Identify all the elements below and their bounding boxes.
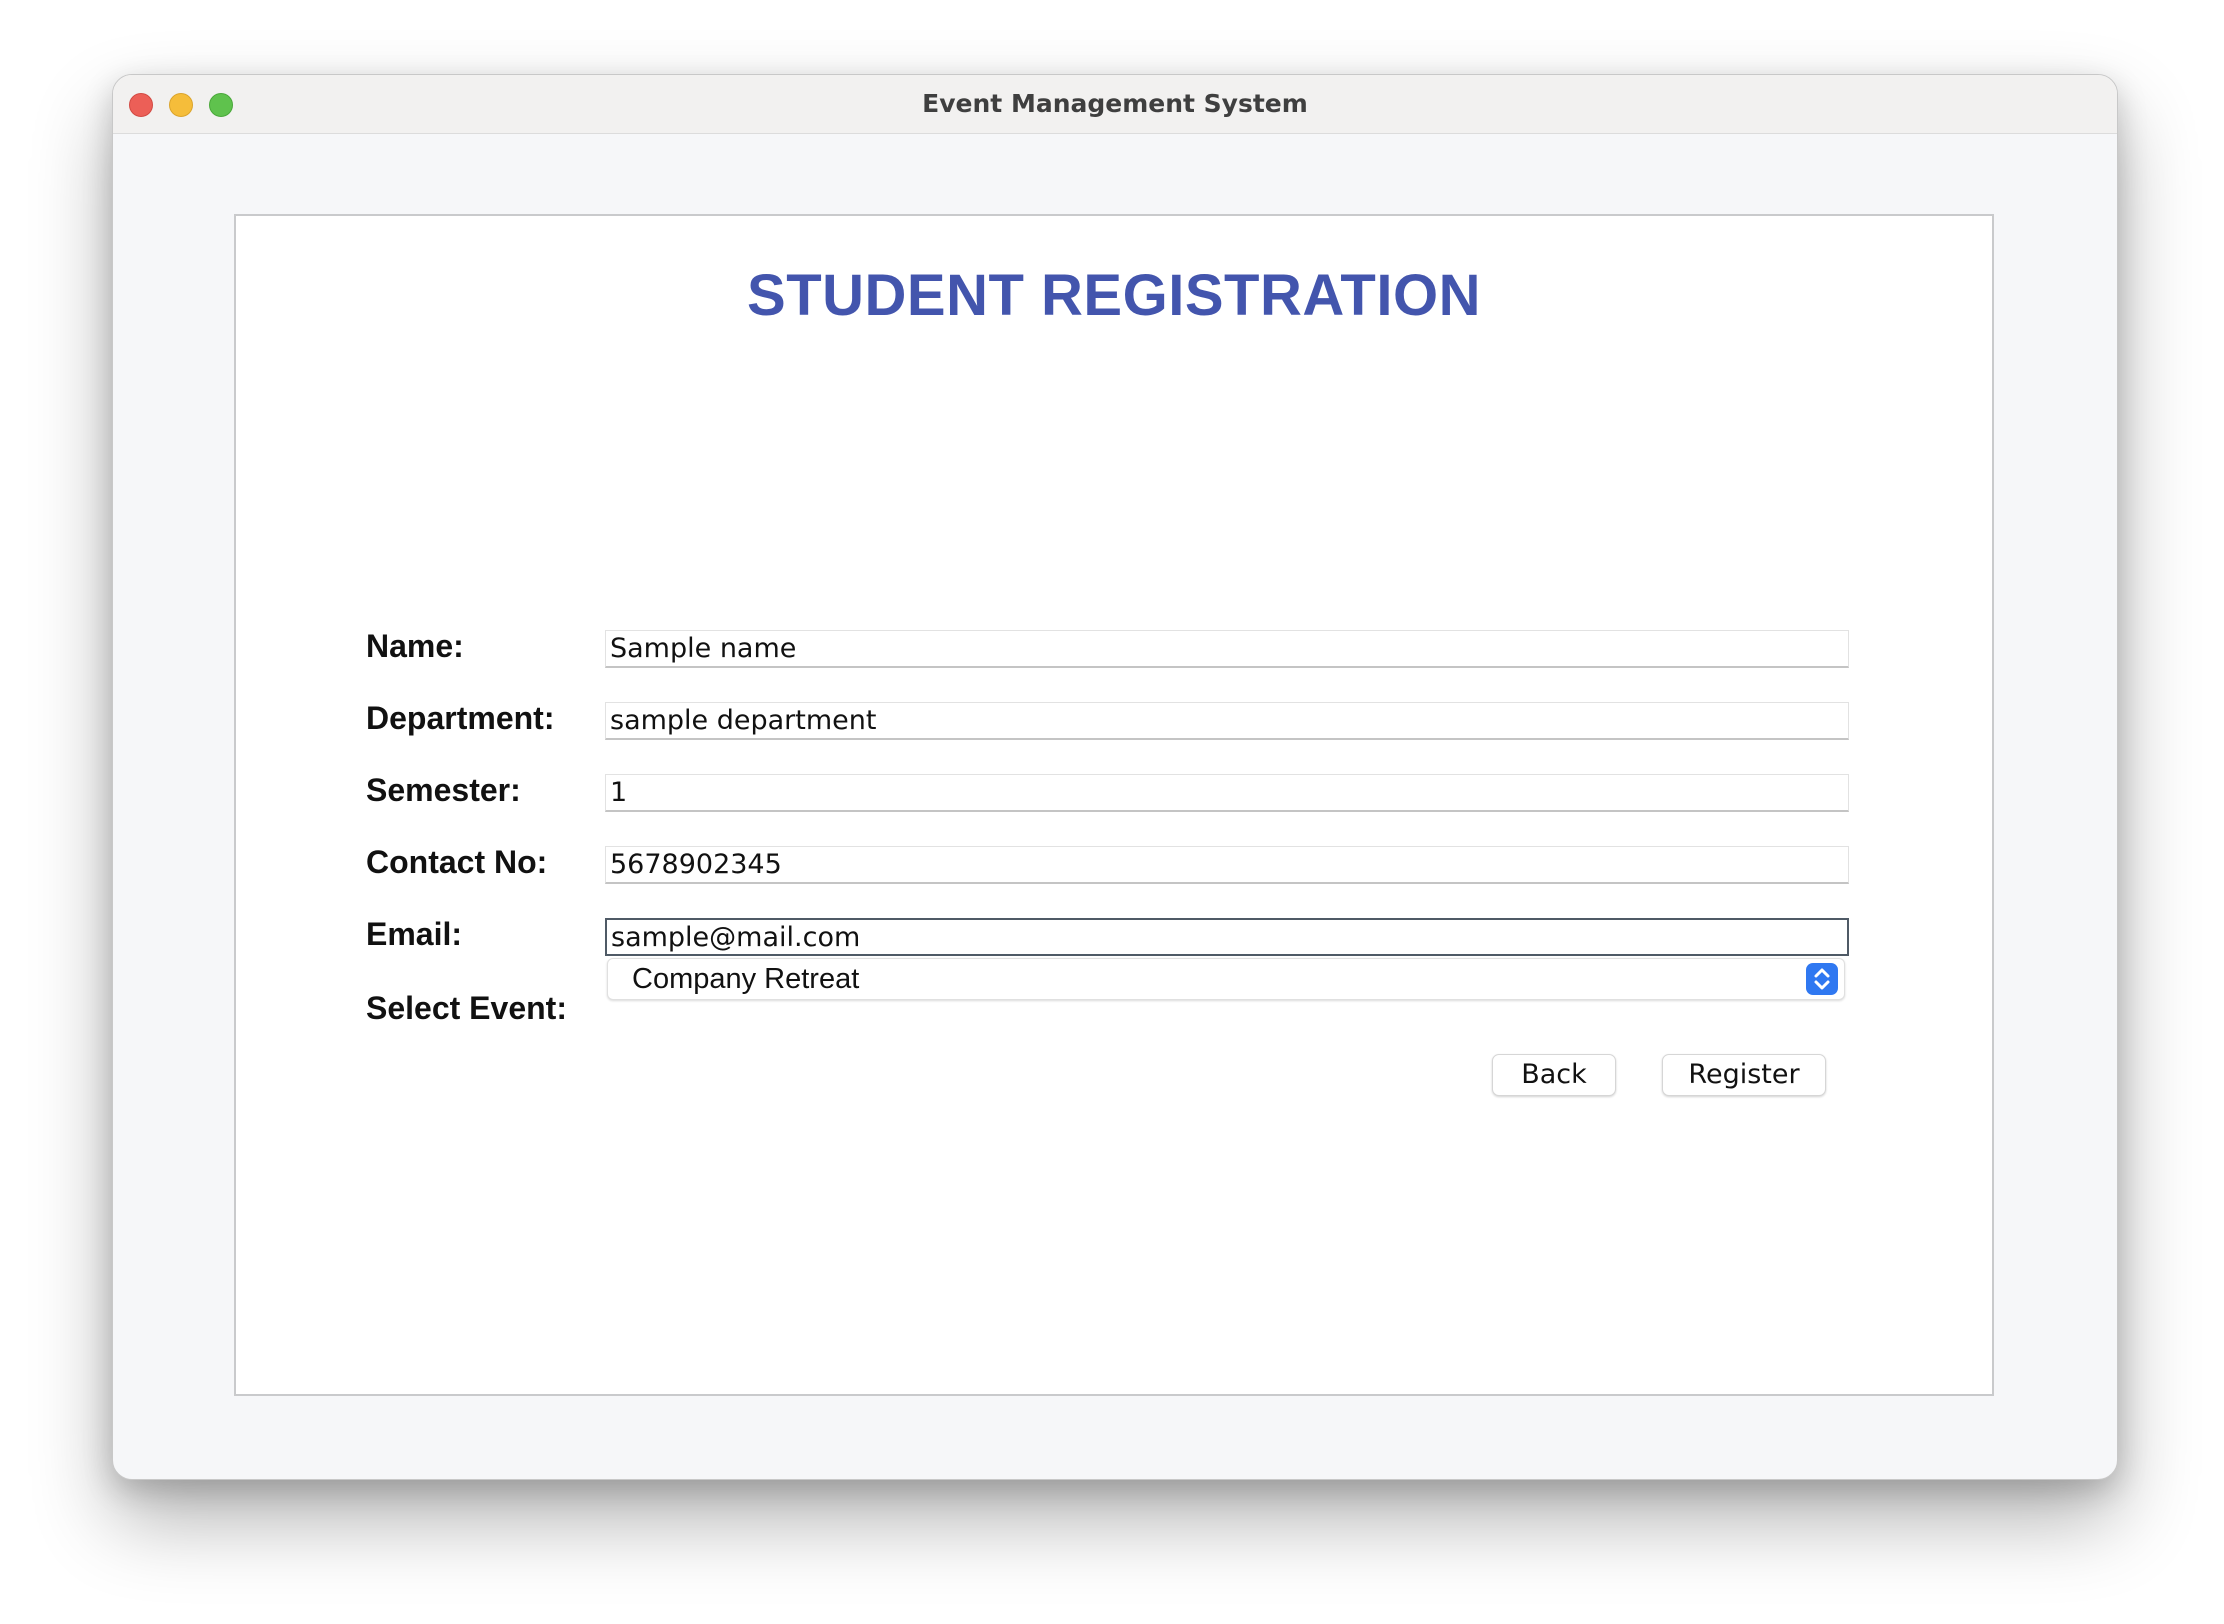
email-label: Email: [366,916,463,952]
semester-field[interactable] [605,774,1849,812]
up-down-chevron-icon[interactable] [1806,963,1838,995]
page-title: STUDENT REGISTRATION [747,263,1481,328]
contact-field[interactable] [605,846,1849,884]
department-label: Department: [366,700,555,736]
title-bar[interactable]: Event Management System [113,75,2117,134]
semester-label: Semester: [366,772,521,808]
event-select-value: Company Retreat [632,963,860,995]
select-event-label: Select Event: [366,990,567,1026]
contact-label: Contact No: [366,844,548,880]
app-window: Event Management System STUDENT REGISTRA… [112,74,2118,1480]
registration-panel: STUDENT REGISTRATION Name: Department: S… [234,214,1994,1396]
register-button[interactable]: Register [1662,1054,1826,1096]
email-field[interactable] [605,918,1849,956]
back-button[interactable]: Back [1492,1054,1616,1096]
department-field[interactable] [605,702,1849,740]
name-label: Name: [366,628,464,664]
event-select[interactable]: Company Retreat [607,958,1845,1000]
name-field[interactable] [605,630,1849,668]
window-title: Event Management System [922,89,1308,118]
